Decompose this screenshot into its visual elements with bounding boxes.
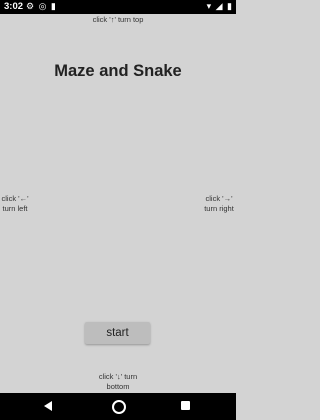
page-title: Maze and Snake <box>54 62 182 80</box>
home-icon[interactable] <box>112 400 126 414</box>
hint-turn-top: click '↑' turn top <box>92 15 144 24</box>
hint-turn-bottom: click '↓' turn bottom <box>98 372 138 391</box>
status-bar: 3:02 ⚙ ◎ ▮ ▾ ◢ ▮ <box>0 0 236 14</box>
recents-icon[interactable] <box>181 401 190 410</box>
navigation-bar <box>0 393 236 420</box>
status-time: 3:02 <box>4 1 24 12</box>
hint-turn-right: click '→' turn right <box>204 194 234 213</box>
status-system-icons: ▾ ◢ ▮ <box>206 1 233 11</box>
start-button[interactable]: start <box>85 322 150 344</box>
status-notification-icons: ⚙ ◎ ▮ <box>26 1 57 11</box>
back-icon[interactable] <box>44 401 52 411</box>
hint-turn-left: click '←' turn left <box>1 194 29 213</box>
